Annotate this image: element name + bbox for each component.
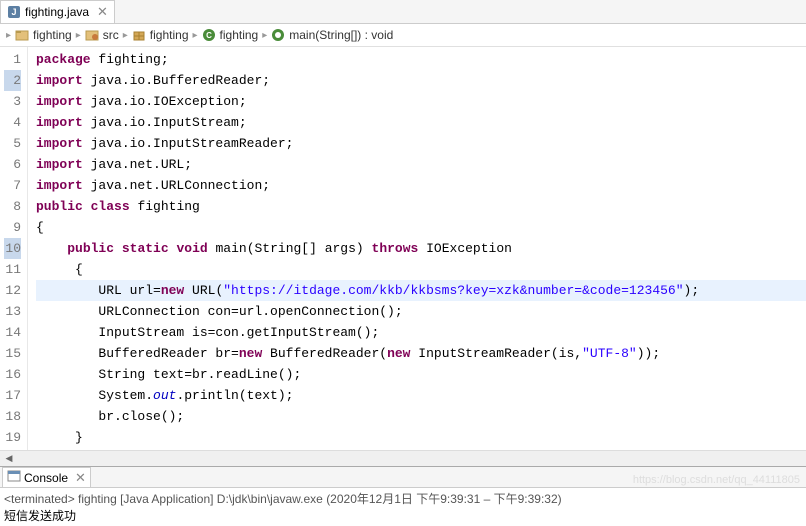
chevron-right-icon: ▸ [193,30,198,41]
line-number-gutter: 12345678910111213141516171819 [0,47,28,450]
breadcrumb-project[interactable]: fighting [33,28,72,42]
line-number: 10 [4,238,21,259]
editor-tab[interactable]: J fighting.java ✕ [0,0,115,23]
chevron-right-icon: ▸ [123,30,128,41]
code-line[interactable]: import java.io.InputStreamReader; [36,133,806,154]
line-number: 5 [4,133,21,154]
console-title: Console [24,471,68,485]
chevron-right-icon: ▸ [76,30,81,41]
code-line[interactable]: } [36,427,806,448]
line-number: 18 [4,406,21,427]
package-icon [132,28,146,42]
java-file-icon: J [7,5,21,19]
chevron-right-icon: ▸ [262,30,267,41]
code-line[interactable]: package fighting; [36,49,806,70]
code-line[interactable]: URL url=new URL("https://itdage.com/kkb/… [36,280,806,301]
line-number: 4 [4,112,21,133]
line-number: 12 [4,280,21,301]
source-folder-icon [85,28,99,42]
code-line[interactable]: InputStream is=con.getInputStream(); [36,322,806,343]
scroll-left-icon[interactable]: ◀ [2,452,16,466]
code-editor[interactable]: 12345678910111213141516171819 package fi… [0,47,806,450]
line-number: 6 [4,154,21,175]
line-number: 9 [4,217,21,238]
console-icon [7,469,21,486]
code-line[interactable]: import java.net.URLConnection; [36,175,806,196]
code-line[interactable]: import java.io.IOException; [36,91,806,112]
class-icon: C [202,28,216,42]
close-icon[interactable]: ✕ [97,4,108,20]
code-line[interactable]: System.out.println(text); [36,385,806,406]
breadcrumb: ▸ fighting ▸ src ▸ fighting ▸ C fighting… [0,24,806,47]
line-number: 17 [4,385,21,406]
svg-text:C: C [206,31,212,40]
line-number: 19 [4,427,21,448]
code-line[interactable]: br.close(); [36,406,806,427]
line-number: 7 [4,175,21,196]
project-icon [15,28,29,42]
line-number: 11 [4,259,21,280]
method-icon [271,28,285,42]
svg-text:J: J [11,7,16,17]
breadcrumb-package[interactable]: fighting [150,28,189,42]
code-line[interactable]: public static void main(String[] args) t… [36,238,806,259]
chevron-right-icon: ▸ [6,30,11,41]
line-number: 15 [4,343,21,364]
code-area[interactable]: package fighting;import java.io.Buffered… [28,47,806,450]
code-line[interactable]: public class fighting [36,196,806,217]
horizontal-scrollbar[interactable]: ◀ [0,450,806,466]
console-body: <terminated> fighting [Java Application]… [0,488,806,526]
code-line[interactable]: { [36,217,806,238]
console-tab[interactable]: Console ✕ [2,467,91,487]
breadcrumb-class[interactable]: fighting [220,28,259,42]
code-line[interactable]: import java.net.URL; [36,154,806,175]
breadcrumb-method[interactable]: main(String[]) : void [289,28,393,42]
console-status: <terminated> fighting [Java Application]… [4,490,802,507]
line-number: 14 [4,322,21,343]
line-number: 13 [4,301,21,322]
console-output: 短信发送成功 [4,507,802,524]
code-line[interactable]: String text=br.readLine(); [36,364,806,385]
code-line[interactable]: { [36,259,806,280]
line-number: 3 [4,91,21,112]
tab-filename: fighting.java [25,5,89,19]
line-number: 16 [4,364,21,385]
breadcrumb-src[interactable]: src [103,28,119,42]
code-line[interactable]: URLConnection con=url.openConnection(); [36,301,806,322]
code-line[interactable]: import java.io.InputStream; [36,112,806,133]
line-number: 1 [4,49,21,70]
line-number: 8 [4,196,21,217]
code-line[interactable]: BufferedReader br=new BufferedReader(new… [36,343,806,364]
watermark: https://blog.csdn.net/qq_44111805 [633,474,800,486]
close-icon[interactable]: ✕ [75,470,86,486]
code-line[interactable]: import java.io.BufferedReader; [36,70,806,91]
editor-tab-bar: J fighting.java ✕ [0,0,806,24]
line-number: 2 [4,70,21,91]
